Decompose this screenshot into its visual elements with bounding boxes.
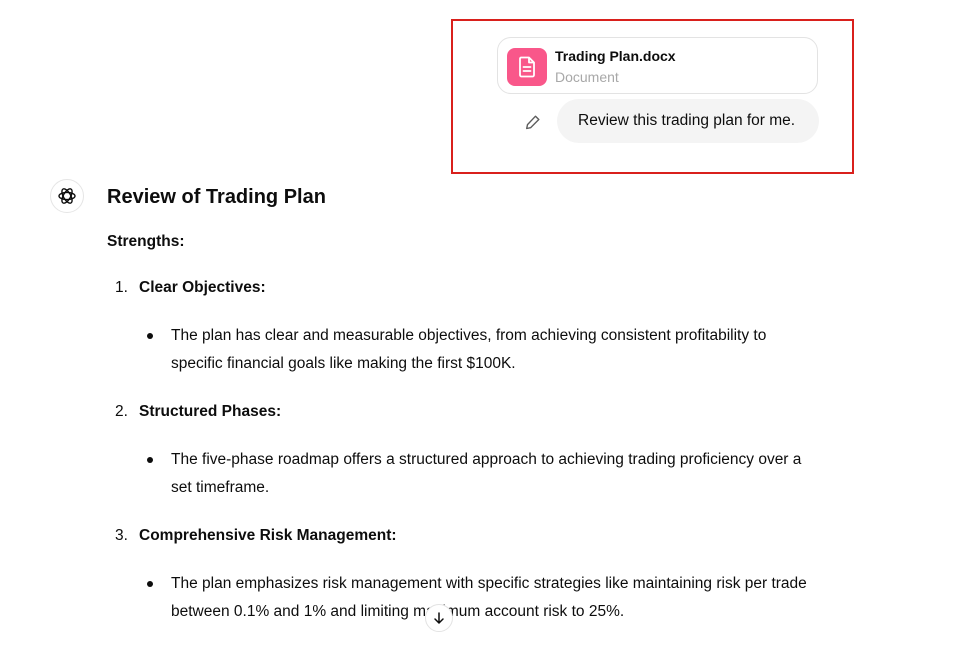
section-label: Strengths: xyxy=(107,233,185,250)
file-attachment-card[interactable]: Trading Plan.docx Document xyxy=(497,37,818,94)
arrow-down-icon xyxy=(434,612,444,624)
list-item: 2. Structured Phases: xyxy=(115,403,281,421)
user-message-text: Review this trading plan for me. xyxy=(578,112,796,129)
bullet-text: The plan has clear and measurable object… xyxy=(171,327,767,372)
openai-logo-icon xyxy=(58,188,76,204)
list-item-heading: Clear Objectives: xyxy=(139,279,266,296)
list-item-number: 3. xyxy=(115,527,128,544)
pencil-icon xyxy=(526,115,540,130)
list-item-number: 1. xyxy=(115,279,128,296)
user-message-bubble: Review this trading plan for me. xyxy=(557,99,819,143)
edit-message-button[interactable] xyxy=(520,109,546,135)
list-item-number: 2. xyxy=(115,403,128,420)
scroll-to-bottom-button[interactable] xyxy=(425,604,453,632)
document-icon xyxy=(507,48,547,86)
list-item-heading: Comprehensive Risk Management: xyxy=(139,527,397,544)
reply-title: Review of Trading Plan xyxy=(107,186,326,208)
list-item: 3. Comprehensive Risk Management: xyxy=(115,527,397,545)
file-type: Document xyxy=(555,69,619,85)
bullet-dot xyxy=(147,581,153,587)
bullet-dot xyxy=(147,457,153,463)
bullet-text: The five-phase roadmap offers a structur… xyxy=(171,451,802,496)
list-item: 1. Clear Objectives: xyxy=(115,279,266,297)
bullet-dot xyxy=(147,333,153,339)
assistant-avatar xyxy=(50,179,84,213)
list-item-heading: Structured Phases: xyxy=(139,403,282,420)
file-name: Trading Plan.docx xyxy=(555,48,676,64)
bullet-text: The plan emphasizes risk management with… xyxy=(171,575,807,620)
